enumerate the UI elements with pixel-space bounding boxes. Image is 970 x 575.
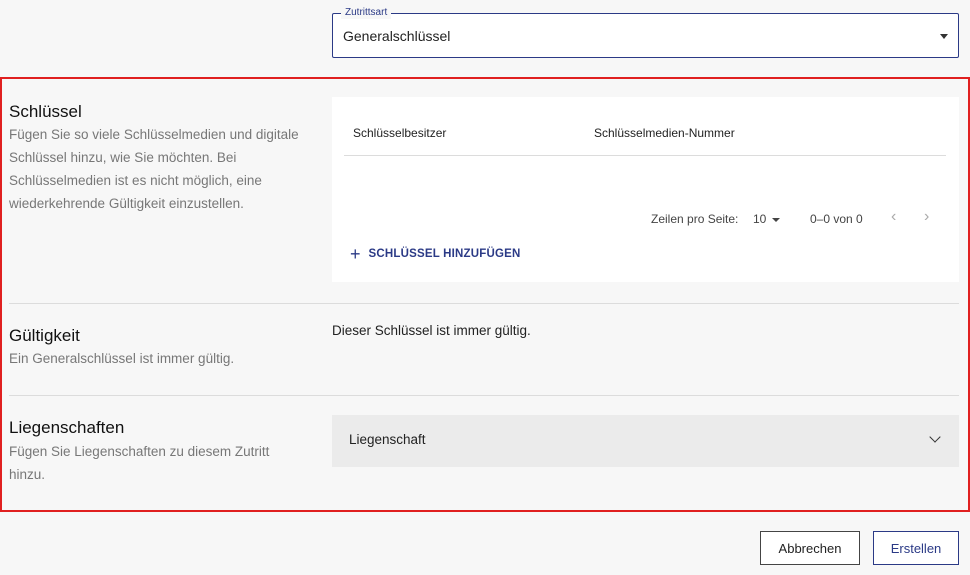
keys-table-card: Schlüsselbesitzer Schlüsselmedien-Nummer… <box>332 97 959 282</box>
section-divider <box>9 303 959 304</box>
column-header-media-number[interactable]: Schlüsselmedien-Nummer <box>594 126 735 140</box>
properties-section-title: Liegenschaften <box>9 418 125 437</box>
caret-down-icon <box>940 34 948 39</box>
rows-per-page-value: 10 <box>753 212 767 226</box>
add-key-label: SCHLÜSSEL HINZUFÜGEN <box>368 248 521 260</box>
properties-section-description: Fügen Sie Liegenschaften zu diesem Zutri… <box>9 444 270 482</box>
rows-per-page-label: Zeilen pro Seite: <box>651 212 739 226</box>
validity-section-title: Gültigkeit <box>9 326 80 345</box>
caret-down-icon <box>772 217 781 222</box>
pagination-range: 0–0 von 0 <box>810 212 863 226</box>
create-button[interactable]: Erstellen <box>873 531 959 565</box>
chevron-left-icon[interactable]: ‹ <box>891 209 896 225</box>
validity-info-text: Dieser Schlüssel ist immer gültig. <box>332 323 531 338</box>
access-type-select[interactable]: Zutrittsart Generalschlüssel <box>332 7 959 58</box>
keys-section-title: Schlüssel <box>9 102 82 121</box>
table-header-divider <box>344 155 946 156</box>
access-type-label: Zutrittsart <box>341 7 392 19</box>
add-key-button[interactable]: + SCHLÜSSEL HINZUFÜGEN <box>350 244 521 264</box>
section-divider <box>9 395 959 396</box>
chevron-right-icon[interactable]: › <box>924 209 929 225</box>
access-type-value: Generalschlüssel <box>343 28 451 44</box>
keys-section-description: Fügen Sie so viele Schlüsselmedien und d… <box>9 127 299 211</box>
property-select-label: Liegenschaft <box>349 432 426 447</box>
rows-per-page-select[interactable]: 10 <box>753 212 781 226</box>
chevron-down-icon <box>929 431 941 443</box>
plus-icon: + <box>350 244 361 264</box>
validity-section-description: Ein Generalschlüssel ist immer gültig. <box>9 351 235 366</box>
cancel-button[interactable]: Abbrechen <box>760 531 860 565</box>
property-select[interactable]: Liegenschaft <box>332 415 959 467</box>
column-header-key-owner[interactable]: Schlüsselbesitzer <box>353 126 446 140</box>
